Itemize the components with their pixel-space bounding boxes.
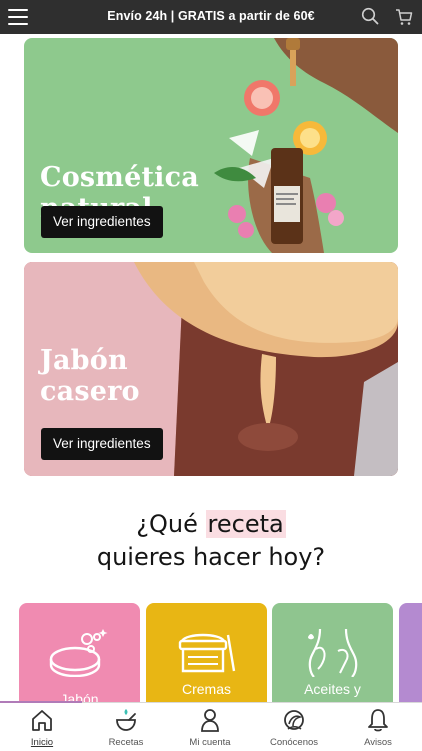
category-more[interactable]: [399, 603, 422, 713]
card-title: Jabón casero: [40, 345, 140, 407]
search-icon[interactable]: [361, 7, 379, 25]
body-oil-icon: [308, 628, 358, 677]
tab-label: Conócenos: [269, 737, 319, 748]
tab-mi-cuenta[interactable]: Mi cuenta: [168, 703, 252, 751]
about-icon: [284, 710, 304, 730]
cream-jar-icon: [178, 633, 236, 673]
tab-label: Inicio: [30, 737, 54, 748]
tab-avisos[interactable]: Avisos: [336, 703, 420, 751]
tab-label: Avisos: [364, 737, 392, 748]
bell-icon: [368, 709, 388, 732]
category-soap[interactable]: Jabón: [19, 603, 140, 713]
cart-icon[interactable]: [395, 8, 413, 26]
tab-conocenos[interactable]: Conócenos: [252, 703, 336, 751]
category-oils[interactable]: Aceites y: [272, 603, 393, 713]
top-bar: Envío 24h | GRATIS a partir de 60€: [0, 0, 422, 34]
bottom-tab-bar: Inicio Recetas Mi cuenta Conócenos Aviso…: [0, 701, 422, 751]
view-ingredients-button[interactable]: Ver ingredientes: [41, 428, 163, 460]
tab-recetas[interactable]: Recetas: [84, 703, 168, 751]
soap-icon: [49, 629, 108, 677]
tab-inicio[interactable]: Inicio: [0, 703, 84, 751]
homemade-soap-card[interactable]: Jabón casero Ver ingredientes: [24, 262, 398, 476]
category-label: Aceites y: [304, 681, 361, 697]
category-label: Cremas: [181, 681, 231, 697]
question-prefix: ¿Qué: [136, 510, 206, 538]
recipes-bowl-icon: [116, 709, 136, 731]
tab-label: Mi cuenta: [189, 737, 231, 748]
question-line2: quieres hacer hoy?: [96, 543, 326, 571]
natural-cosmetics-card[interactable]: Cosmética natural Ver ingredientes: [24, 38, 398, 253]
recipe-question-heading: ¿Qué receta quieres hacer hoy?: [0, 508, 422, 574]
category-creams[interactable]: Cremas: [146, 603, 267, 713]
home-icon: [32, 710, 52, 731]
tab-label: Recetas: [108, 737, 144, 748]
view-ingredients-button[interactable]: Ver ingredientes: [41, 206, 163, 238]
question-highlight: receta: [205, 510, 286, 538]
user-icon: [201, 709, 219, 732]
shipping-banner-text: Envío 24h | GRATIS a partir de 60€: [107, 9, 315, 23]
